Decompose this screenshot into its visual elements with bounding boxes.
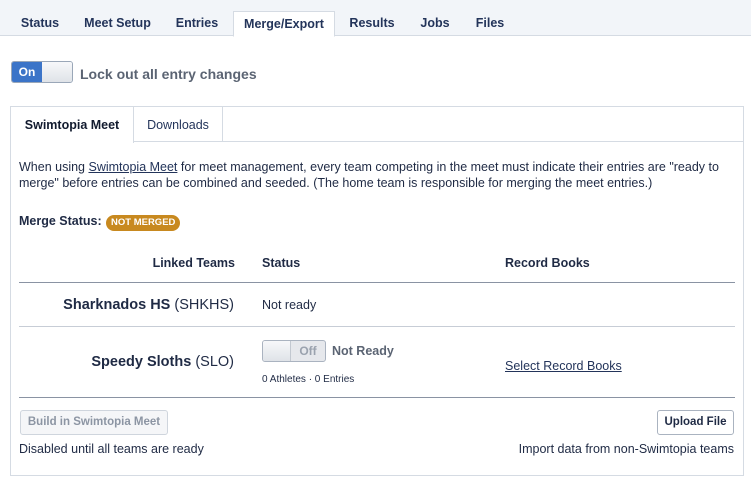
table-bottom-divider (19, 397, 735, 398)
row-divider (19, 326, 735, 327)
team-name-text: Sharknados HS (63, 297, 171, 313)
lockout-toggle[interactable]: On (11, 61, 73, 83)
swimtopia-meet-link[interactable]: Swimtopia Meet (88, 160, 177, 174)
merge-status-label: Merge Status: (19, 214, 102, 228)
build-in-swimtopia-meet-button[interactable]: Build in Swimtopia Meet (20, 410, 168, 435)
tab-meet-setup[interactable]: Meet Setup (75, 11, 160, 36)
upload-file-button[interactable]: Upload File (657, 410, 734, 435)
lockout-toggle-knob (42, 62, 72, 82)
lockout-label: Lock out all entry changes (80, 66, 257, 82)
lockout-toggle-on-label: On (12, 62, 42, 82)
team-status-sharknados: Not ready (262, 298, 317, 312)
tab-merge-export[interactable]: Merge/Export (233, 11, 335, 37)
header-linked-teams: Linked Teams (152, 256, 235, 270)
athlete-entry-counts: 0 Athletes · 0 Entries (262, 374, 355, 385)
tab-files[interactable]: Files (466, 11, 514, 36)
header-record-books: Record Books (505, 256, 590, 270)
tab-results[interactable]: Results (340, 11, 404, 36)
team-code: (SLO) (195, 354, 234, 370)
select-record-books-link[interactable]: Select Record Books (505, 359, 622, 373)
team-name-sharknados: Sharknados HS (SHKHS) (63, 297, 234, 313)
top-tab-bar: Status Meet Setup Entries Merge/Export R… (0, 0, 751, 37)
header-status: Status (262, 256, 301, 270)
tab-entries[interactable]: Entries (165, 11, 229, 36)
ready-toggle-knob (263, 341, 291, 361)
intro-prefix: When using (19, 160, 89, 174)
team-name-speedy-sloths: Speedy Sloths (SLO) (91, 354, 234, 370)
intro-text: When using Swimtopia Meet for meet manag… (19, 159, 739, 191)
table-header-divider (19, 282, 735, 283)
merge-status-badge: NOT MERGED (106, 215, 181, 231)
tab-swimtopia-meet[interactable]: Swimtopia Meet (11, 107, 134, 143)
build-disabled-note: Disabled until all teams are ready (19, 442, 204, 456)
team-status-speedy-sloths: Not Ready (332, 344, 394, 358)
tab-status[interactable]: Status (10, 11, 70, 36)
ready-toggle-speedy-sloths[interactable]: Off (262, 340, 326, 362)
sub-tab-bar: Swimtopia Meet Downloads (11, 107, 743, 143)
upload-note: Import data from non-Swimtopia teams (518, 442, 734, 456)
merge-panel: Swimtopia Meet Downloads When using Swim… (10, 106, 744, 476)
team-code: (SHKHS) (174, 297, 234, 313)
team-name-text: Speedy Sloths (91, 354, 192, 370)
tab-downloads[interactable]: Downloads (134, 107, 223, 142)
tab-jobs[interactable]: Jobs (410, 11, 460, 36)
ready-toggle-off-label: Off (299, 344, 317, 358)
